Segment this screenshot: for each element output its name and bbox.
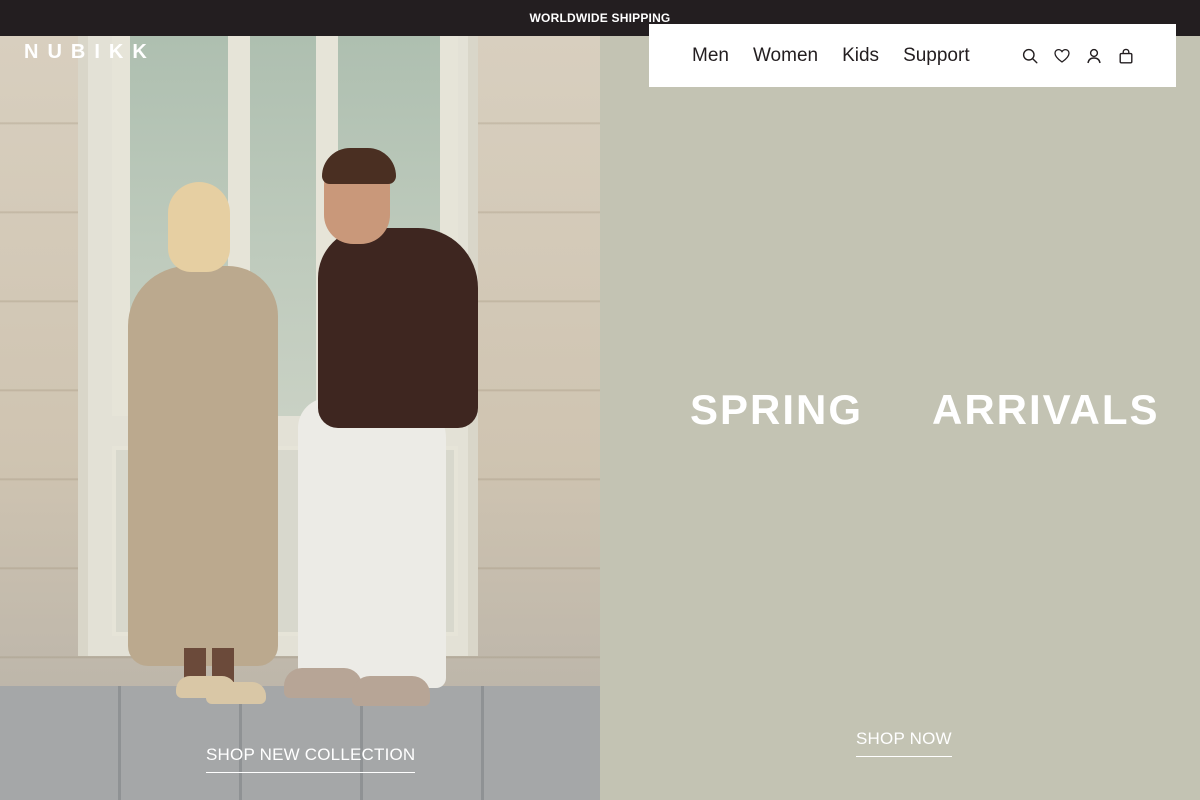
hero-title-word-spring: SPRING — [690, 386, 864, 433]
main-nav: Men Women Kids Support — [649, 24, 1176, 87]
woman-head — [168, 182, 230, 272]
man-hair — [322, 148, 396, 184]
brand-logo[interactable]: NUBIKK — [24, 42, 156, 62]
sidewalk — [0, 686, 600, 800]
man-shoe — [284, 668, 362, 698]
hero-title: SPRING ARRIVALS — [600, 386, 1200, 434]
heart-icon[interactable] — [1054, 48, 1070, 64]
account-icon[interactable] — [1086, 48, 1102, 64]
search-icon[interactable] — [1022, 48, 1038, 64]
announcement-text: WORLDWIDE SHIPPING — [529, 11, 671, 25]
nav-link-men[interactable]: Men — [692, 45, 729, 67]
white-trousers — [298, 398, 446, 688]
hero-image-couple[interactable] — [0, 36, 600, 800]
shop-new-collection-link[interactable]: SHOP NEW COLLECTION — [206, 745, 416, 773]
nav-link-kids[interactable]: Kids — [842, 45, 879, 67]
brown-jacket — [318, 228, 478, 428]
man-shoe — [352, 676, 430, 706]
woman-shoe — [206, 682, 266, 704]
nav-link-support[interactable]: Support — [903, 45, 970, 67]
hero-title-word-arrivals: ARRIVALS — [932, 386, 1160, 433]
nav-link-women[interactable]: Women — [753, 45, 818, 67]
bag-icon[interactable] — [1118, 48, 1134, 64]
nav-links: Men Women Kids Support — [692, 45, 970, 67]
shop-now-link[interactable]: SHOP NOW — [856, 729, 952, 757]
nav-icons — [1022, 48, 1134, 64]
trench-coat — [128, 266, 278, 666]
